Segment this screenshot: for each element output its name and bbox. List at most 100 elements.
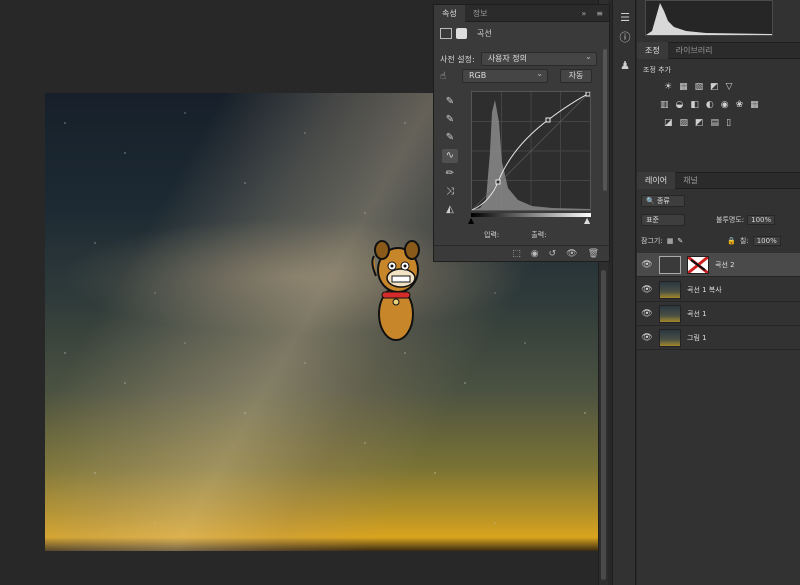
tab-layers[interactable]: 레이어 (637, 172, 676, 189)
search-icon: 🔍 (646, 197, 655, 205)
hue-icon[interactable]: ◒ (676, 100, 684, 110)
layer-row-curves-2[interactable]: 👁 곡선 2 (637, 253, 800, 277)
mask-preview (687, 255, 709, 274)
preset-dropdown[interactable]: 사용자 정의 (480, 51, 597, 66)
tab-properties[interactable]: 속성 (434, 4, 465, 22)
vibrance-icon[interactable]: ▥ (660, 100, 669, 110)
properties-panel: 속성 정보 » ≡ 곡선 사전 설정: 사용자 정의 ☝ RGB 자동 ✎ ✎ … (433, 4, 610, 262)
layers-tabs: 레이어 채널 (637, 172, 800, 189)
layer-filter-value: 종류 (656, 197, 670, 205)
levels-icon[interactable]: ▦ (679, 82, 688, 92)
smooth-icon[interactable]: ⤨ (442, 185, 458, 199)
channel-row: ☝ RGB 자동 (440, 68, 592, 83)
visibility-eye-icon[interactable]: 👁 (637, 333, 657, 343)
curves-icon[interactable]: ▧ (695, 82, 704, 92)
scrollbar-thumb[interactable] (601, 270, 606, 580)
target-adjust-icon[interactable]: ☝ (440, 71, 456, 82)
view-previous-icon[interactable]: ◉ (531, 249, 539, 259)
adjustments-row-2: ▥ ◒ ◧ ◐ ◉ ❀ ▦ (660, 100, 780, 110)
clip-to-layer-icon[interactable]: ⬚ (512, 249, 521, 259)
bw-icon[interactable]: ◐ (706, 100, 714, 110)
visibility-icon[interactable]: 👁 (566, 249, 577, 259)
threshold-icon[interactable]: ◩ (695, 118, 704, 128)
input-gradient-bar (471, 213, 591, 217)
eyedropper-gray-icon[interactable]: ✎ (442, 113, 458, 127)
dog-sticker (371, 240, 420, 341)
collapse-icon[interactable]: » (581, 9, 586, 18)
eyedropper-black-icon[interactable]: ✎ (442, 95, 458, 109)
blend-mode-dropdown[interactable]: 표준 (641, 214, 685, 226)
mixer-icon[interactable]: ❀ (736, 100, 744, 110)
reset-icon[interactable]: ↺ (549, 249, 557, 259)
clipping-warning-icon[interactable]: ◭ (442, 203, 458, 217)
color-balance-icon[interactable]: ◧ (690, 100, 699, 110)
tab-info[interactable]: 정보 (465, 5, 496, 22)
tab-adjustments[interactable]: 조정 (637, 42, 668, 59)
output-label: 출력: (531, 231, 547, 239)
layer-mask-thumbnail[interactable] (687, 255, 709, 274)
mask-icon[interactable] (456, 28, 467, 39)
visibility-eye-icon[interactable]: 👁 (637, 260, 657, 270)
selective-color-icon[interactable]: ▯ (726, 118, 731, 128)
layer-thumbnail (659, 328, 681, 347)
layer-filter-dropdown[interactable]: 🔍 종류 (641, 195, 685, 207)
curve-point[interactable] (495, 179, 501, 185)
brightness-icon[interactable]: ☀ (664, 82, 672, 92)
tab-libraries[interactable]: 라이브러리 (668, 42, 721, 59)
adjustments-row-1: ☀ ▦ ▧ ◩ ▽ (664, 82, 784, 92)
black-point-slider[interactable]: ▲ (468, 216, 474, 225)
layer-name: 곡선 1 복사 (687, 285, 722, 294)
gradient-triangle-icon[interactable]: ▽ (726, 82, 733, 92)
adjustment-thumbnail (659, 255, 681, 274)
lock-row: 잠그기: ▦ ✎ 🔒 칠: 100% (641, 236, 781, 246)
lock-label: 잠그기: (641, 237, 663, 245)
posterize-icon[interactable]: ▨ (680, 118, 689, 128)
channel-dropdown[interactable]: RGB (462, 68, 548, 83)
visibility-eye-icon[interactable]: 👁 (637, 309, 657, 319)
curve-point-icon[interactable]: ∿ (442, 149, 458, 163)
properties-footer: ⬚ ◉ ↺ 👁 🗑 (434, 245, 609, 261)
pencil-icon[interactable]: ✏ (442, 167, 458, 181)
opacity-field[interactable]: 100% (747, 215, 776, 225)
visibility-eye-icon[interactable]: 👁 (637, 285, 657, 295)
curves-graph-svg (471, 91, 591, 211)
curves-graph[interactable] (471, 91, 591, 211)
auto-button[interactable]: 자동 (560, 69, 592, 83)
layer-row-image-1[interactable]: 👁 그림 1 (637, 326, 800, 350)
preset-label: 사전 설정: (440, 54, 475, 64)
delete-icon[interactable]: 🗑 (588, 249, 599, 259)
eyedropper-white-icon[interactable]: ✎ (442, 131, 458, 145)
histogram-graph (646, 3, 772, 35)
lock-paint-icon[interactable]: ✎ (677, 237, 683, 245)
exposure-icon[interactable]: ◩ (710, 82, 719, 92)
lock-all-icon[interactable]: 🔒 (727, 237, 736, 245)
input-output-row: 입력: 출력: (484, 230, 547, 240)
layer-row-curves-1-copy[interactable]: 👁 곡선 1 복사 (637, 278, 800, 302)
panel-menu-icon[interactable]: ≡ (596, 9, 603, 18)
layer-row-curves-1[interactable]: 👁 곡선 1 (637, 302, 800, 326)
lookup-icon[interactable]: ▦ (750, 100, 759, 110)
curves-title: 곡선 (477, 29, 492, 38)
panel-icon-bar: ☰ ⓘ ♟ (612, 0, 636, 585)
fill-label: 칠: (739, 237, 749, 245)
curve-point[interactable] (585, 91, 591, 97)
tab-channels[interactable]: 채널 (675, 172, 706, 189)
adjustments-row-3: ◪ ▨ ◩ ▤ ▯ (664, 118, 784, 128)
adjustments-icon[interactable]: ☰ (617, 10, 633, 26)
invert-icon[interactable]: ◪ (664, 118, 673, 128)
preset-row: 사전 설정: 사용자 정의 (440, 51, 597, 66)
gradient-map-icon[interactable]: ▤ (711, 118, 720, 128)
character-icon[interactable]: ♟ (617, 58, 633, 74)
layer-name: 곡선 2 (715, 260, 735, 269)
opacity-row: 불투명도: 100% (716, 215, 776, 225)
white-point-slider[interactable]: ▲ (584, 216, 590, 225)
curve-point[interactable] (545, 117, 551, 123)
info-icon[interactable]: ⓘ (617, 30, 633, 46)
fill-field[interactable]: 100% (752, 236, 781, 246)
curves-adjustment-icon (440, 28, 452, 39)
properties-scrollbar[interactable] (603, 49, 607, 191)
photo-filter-icon[interactable]: ◉ (721, 100, 729, 110)
layer-name: 그림 1 (687, 333, 707, 342)
lock-transparency-icon[interactable]: ▦ (667, 237, 674, 245)
opacity-label: 불투명도: (716, 216, 745, 224)
